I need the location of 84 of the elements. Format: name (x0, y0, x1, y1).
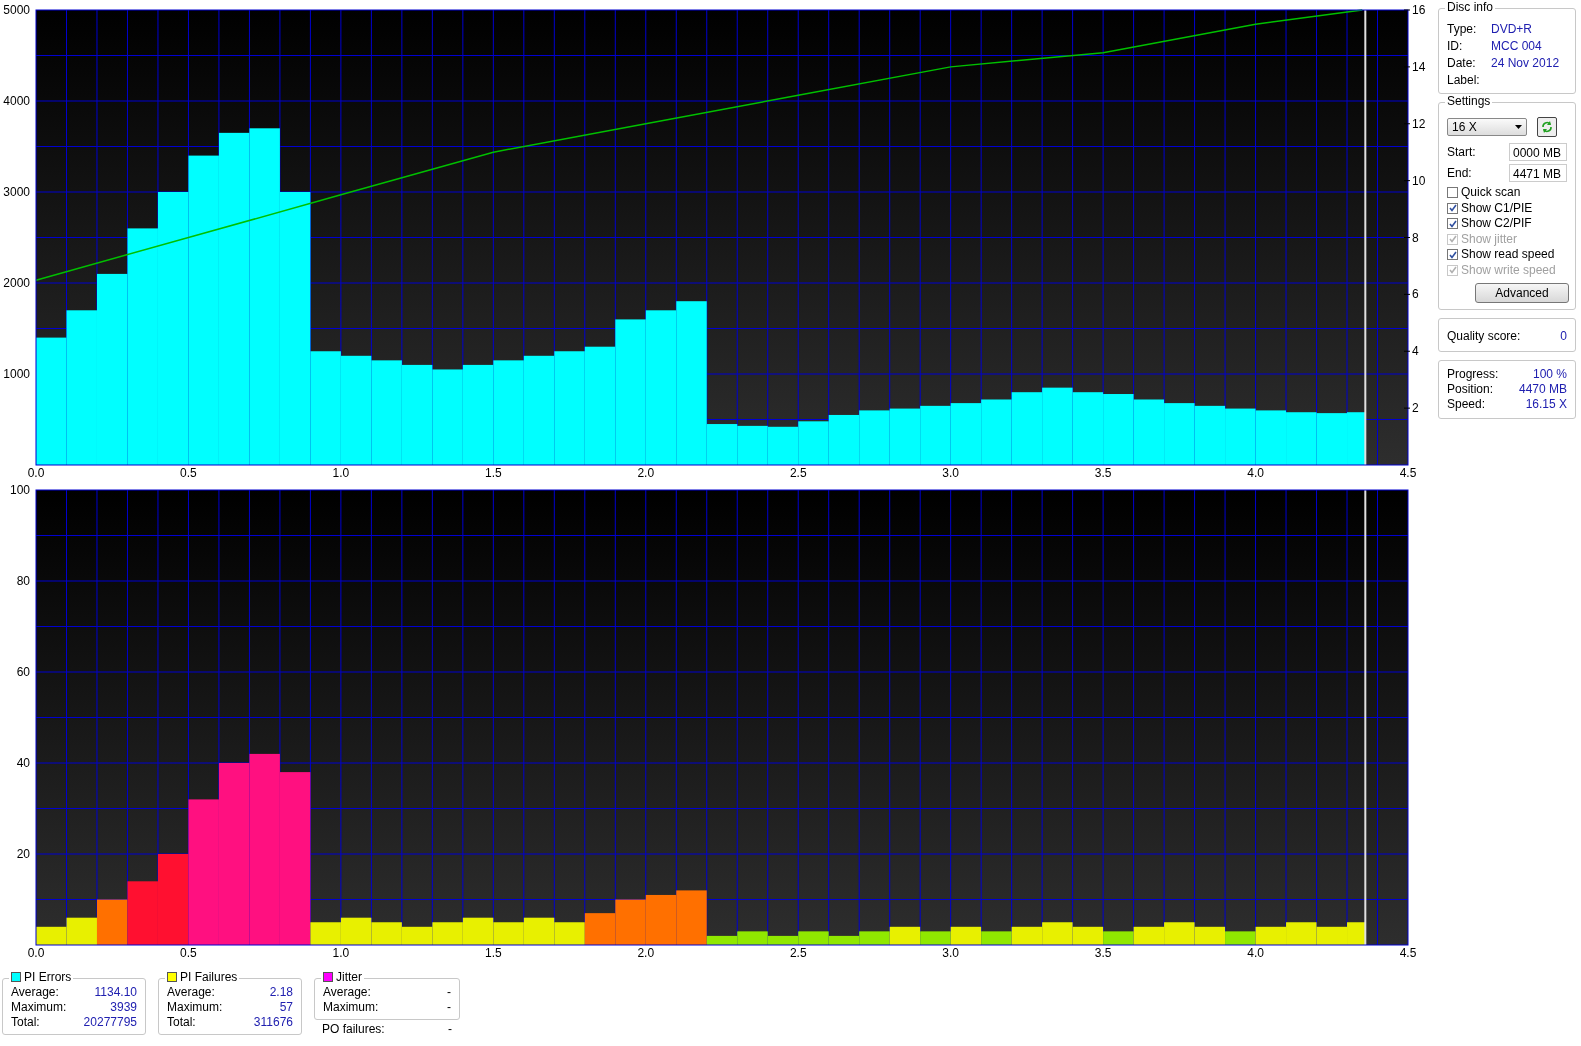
stat-label: Average: (167, 985, 215, 1000)
stat-label: Average: (11, 985, 59, 1000)
y-axis-label: 2000 (3, 276, 30, 290)
speed-axis-label: 16 (1412, 3, 1426, 17)
x-axis-label: 1.5 (485, 466, 502, 480)
x-axis-label: 0.5 (180, 946, 197, 960)
x-axis-label: 3.0 (942, 946, 959, 960)
progress-value: 100 % (1532, 367, 1567, 382)
speed-axis-label: 8 (1412, 230, 1419, 245)
x-axis-label: 3.0 (942, 466, 959, 480)
stat-value: - (448, 1022, 452, 1037)
stat-value: 311676 (253, 1015, 293, 1030)
y-axis-label: 80 (16, 574, 30, 588)
progress-label: Position: (1447, 382, 1494, 397)
info-label: Label: (1447, 72, 1481, 89)
y-axis-label: 3000 (3, 185, 30, 199)
x-axis-label: 0.0 (27, 946, 45, 960)
group-title: Jitter (336, 970, 362, 984)
x-axis-label: 4.0 (1247, 466, 1264, 480)
x-axis-label: 1.5 (485, 946, 502, 960)
info-value: 24 Nov 2012 (1491, 55, 1561, 72)
progress-label: Progress: (1447, 367, 1499, 382)
stat-value: - (447, 985, 451, 1000)
x-axis-label: 0.0 (27, 466, 45, 480)
group-title: PI Errors (24, 970, 72, 984)
x-axis-label: 3.5 (1094, 946, 1112, 960)
checkbox-label: Show read speed (1461, 247, 1555, 263)
quality-label: Quality score: (1447, 329, 1521, 343)
speed-axis-label: 10 (1412, 173, 1426, 188)
x-axis-label: 1.0 (332, 946, 350, 960)
speed-axis-label: 4 (1412, 344, 1419, 359)
stat-label: Total: (167, 1015, 196, 1030)
x-axis-label: 2.0 (637, 946, 655, 960)
y-axis-label: 40 (16, 756, 30, 770)
quality-value: 0 (1560, 329, 1567, 343)
info-value: DVD+R (1491, 21, 1533, 38)
stat-value: - (447, 1000, 451, 1015)
checkbox-label: Show C1/PIE (1461, 200, 1533, 216)
progress-value: 16.15 X (1525, 397, 1567, 412)
x-axis-label: 4.5 (1399, 946, 1417, 960)
info-label: Type: (1447, 21, 1478, 38)
y-axis-label: 20 (16, 847, 30, 861)
stat-value: 2.18 (269, 985, 293, 1000)
stat-value: 3939 (110, 1000, 137, 1015)
stat-label: Maximum: (11, 1000, 67, 1015)
field-label: End: (1447, 166, 1472, 180)
checkbox-label: Show C2/PIF (1461, 216, 1532, 232)
group-title: Settings (1445, 94, 1493, 108)
x-axis-label: 3.5 (1094, 466, 1112, 480)
stat-value: 20277795 (83, 1015, 137, 1030)
info-value: MCC 004 (1491, 38, 1543, 55)
stat-label: PO failures: (322, 1022, 385, 1037)
stat-value: 57 (279, 1000, 293, 1015)
field-label: Start: (1447, 145, 1476, 159)
y-axis-label: 4000 (3, 94, 30, 108)
info-label: Date: (1447, 55, 1477, 72)
x-axis-label: 4.0 (1247, 946, 1264, 960)
group-title: PI Failures (180, 970, 238, 984)
x-axis-label: 2.0 (637, 466, 655, 480)
speed-axis-label: 12 (1412, 116, 1426, 131)
stat-label: Maximum: (323, 1000, 379, 1015)
progress-value: 4470 MB (1518, 382, 1567, 397)
y-axis-label: 1000 (3, 367, 30, 381)
progress-label: Speed: (1447, 397, 1486, 412)
checkbox-label: Show write speed (1461, 262, 1556, 278)
stat-label: Total: (11, 1015, 40, 1030)
y-axis-label: 5000 (3, 3, 30, 17)
stat-label: Average: (323, 985, 371, 1000)
checkbox-label: Quick scan (1461, 185, 1521, 201)
speed-axis-label: 6 (1412, 287, 1419, 302)
y-axis-label: 60 (16, 665, 30, 679)
speed-axis-label: 2 (1412, 401, 1419, 416)
y-axis-label: 100 (9, 483, 30, 497)
x-axis-label: 0.5 (180, 466, 197, 480)
x-axis-label: 2.5 (789, 466, 807, 480)
x-axis-label: 2.5 (789, 946, 807, 960)
speed-axis-label: 14 (1412, 59, 1426, 74)
info-label: ID: (1447, 38, 1464, 55)
checkbox-label: Show jitter (1461, 231, 1518, 247)
x-axis-label: 4.5 (1399, 466, 1417, 480)
stat-label: Maximum: (167, 1000, 223, 1015)
stat-value: 1134.10 (94, 985, 137, 1000)
x-axis-label: 1.0 (332, 466, 350, 480)
group-title: Disc info (1445, 0, 1495, 14)
